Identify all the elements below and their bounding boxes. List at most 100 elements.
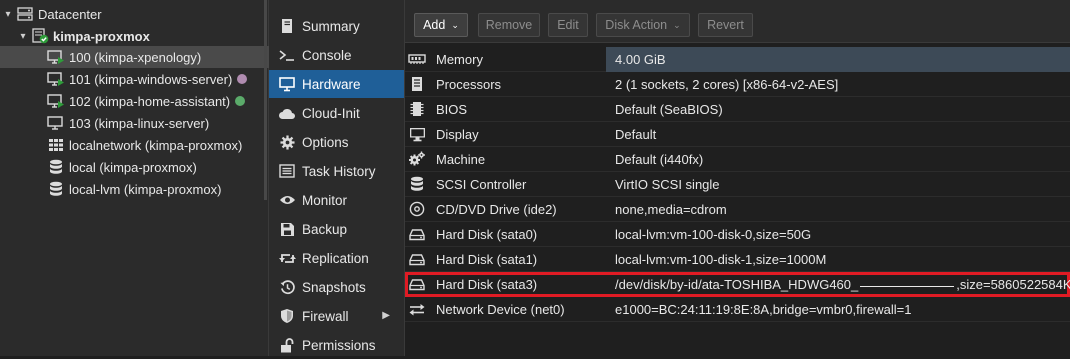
tree-node-label: kimpa-proxmox bbox=[53, 28, 150, 44]
vm-running-icon bbox=[47, 93, 65, 109]
hardware-value-prefix: /dev/disk/by-id/ata-TOSHIBA_HDWG460_ bbox=[615, 277, 859, 292]
cloud-icon bbox=[278, 105, 296, 121]
history-icon bbox=[278, 279, 296, 295]
nav-item-summary[interactable]: Summary bbox=[269, 12, 404, 40]
hardware-value: Default (SeaBIOS) bbox=[615, 102, 723, 117]
collapse-toggle-icon[interactable]: ▾ bbox=[17, 31, 29, 42]
nav-item-label: Console bbox=[302, 47, 352, 63]
tree-datacenter-label: Datacenter bbox=[38, 6, 102, 22]
tree-item-label: local-lvm (kimpa-proxmox) bbox=[69, 181, 222, 197]
tag-dot-icon bbox=[235, 96, 246, 106]
hardware-row[interactable]: Hard Disk (sata1) local-lvm:vm-100-disk-1… bbox=[405, 247, 1070, 272]
hardware-row[interactable]: SCSI Controller VirtIO SCSI single bbox=[405, 172, 1070, 197]
nav-item-label: Snapshots bbox=[302, 279, 366, 295]
add-button[interactable]: Add ⌄ bbox=[414, 13, 468, 37]
remove-button[interactable]: Remove bbox=[478, 13, 540, 37]
vm-running-icon bbox=[47, 71, 65, 87]
nav-item-console[interactable]: Console bbox=[269, 41, 404, 69]
nav-item-cloud-init[interactable]: Cloud-Init bbox=[269, 99, 404, 127]
edit-button[interactable]: Edit bbox=[548, 13, 588, 37]
hardware-toolbar: Add ⌄ Remove Edit Disk Action ⌄ Revert bbox=[405, 0, 1070, 43]
hardware-panel: Add ⌄ Remove Edit Disk Action ⌄ Revert M… bbox=[405, 0, 1070, 356]
disk-action-button[interactable]: Disk Action ⌄ bbox=[596, 13, 690, 37]
nav-item-monitor[interactable]: Monitor bbox=[269, 186, 404, 214]
nav-item-permissions[interactable]: Permissions bbox=[269, 331, 404, 359]
nav-item-firewall[interactable]: Firewall ▶ bbox=[269, 302, 404, 330]
hardware-value: VirtIO SCSI single bbox=[615, 177, 720, 192]
resource-tree: ▾ Datacenter ▾ kimpa-proxmox 100 (kimpa-… bbox=[0, 0, 313, 356]
hardware-row[interactable]: CD/DVD Drive (ide2) none,media=cdrom bbox=[405, 197, 1070, 222]
vm-config-nav: Summary Console Hardware Cloud-Init Options T… bbox=[269, 0, 405, 356]
revert-button-label: Revert bbox=[707, 18, 744, 32]
book-icon bbox=[278, 18, 296, 34]
list-icon bbox=[278, 163, 296, 179]
hardware-name: SCSI Controller bbox=[436, 177, 527, 192]
eye-icon bbox=[278, 192, 296, 208]
hardware-row[interactable]: Network Device (net0) e1000=BC:24:11:19:8… bbox=[405, 297, 1070, 322]
redacted-serial bbox=[860, 285, 955, 287]
retweet-icon bbox=[278, 250, 296, 266]
hardware-value: Default bbox=[615, 127, 657, 142]
nav-item-options[interactable]: Options bbox=[269, 128, 404, 156]
chevron-down-icon: ⌄ bbox=[451, 19, 459, 30]
hardware-row[interactable]: Hard Disk (sata3) /dev/disk/by-id/ata-TOS… bbox=[405, 272, 1070, 297]
tree-item-label: 100 (kimpa-xpenology) bbox=[69, 49, 202, 65]
hardware-row[interactable]: Processors 2 (1 sockets, 2 cores) [x86-64… bbox=[405, 72, 1070, 97]
sdn-grid-icon bbox=[47, 137, 65, 153]
hardware-row[interactable]: Display Default bbox=[405, 122, 1070, 147]
tree-item-label: localnetwork (kimpa-proxmox) bbox=[69, 137, 243, 153]
hdd-icon bbox=[408, 251, 426, 267]
hardware-value: e1000=BC:24:11:19:8E:8A,bridge=vmbr0,fir… bbox=[615, 302, 912, 317]
shield-icon bbox=[278, 308, 296, 324]
hardware-value-suffix: ,size=5860522584K bbox=[956, 277, 1070, 292]
hardware-name: CD/DVD Drive (ide2) bbox=[436, 202, 557, 217]
hardware-value: 4.00 GiB bbox=[615, 52, 666, 67]
monitor-icon bbox=[278, 76, 296, 92]
microchip-icon bbox=[408, 101, 426, 117]
hardware-row[interactable]: Memory 4.00 GiB bbox=[405, 47, 1070, 72]
cdrom-icon bbox=[408, 201, 426, 217]
hardware-name: Processors bbox=[436, 77, 502, 92]
remove-button-label: Remove bbox=[485, 18, 533, 32]
gear-icon bbox=[278, 134, 296, 150]
hardware-row[interactable]: BIOS Default (SeaBIOS) bbox=[405, 97, 1070, 122]
nav-item-label: Replication bbox=[302, 250, 369, 266]
nav-item-snapshots[interactable]: Snapshots bbox=[269, 273, 404, 301]
nav-item-label: Monitor bbox=[302, 192, 348, 208]
disk-action-label: Disk Action bbox=[605, 18, 668, 32]
desktop-icon bbox=[408, 126, 426, 142]
selected-cell-highlight bbox=[606, 47, 1070, 72]
hardware-value: 2 (1 sockets, 2 cores) [x86-64-v2-AES] bbox=[615, 77, 839, 92]
hardware-row[interactable]: Machine Default (i440fx) bbox=[405, 147, 1070, 172]
nav-item-label: Permissions bbox=[302, 337, 376, 353]
revert-button[interactable]: Revert bbox=[698, 13, 753, 37]
nav-item-backup[interactable]: Backup bbox=[269, 215, 404, 243]
cpu-icon bbox=[408, 76, 426, 92]
hdd-icon bbox=[408, 226, 426, 242]
nav-item-task-history[interactable]: Task History bbox=[269, 157, 404, 185]
tree-node[interactable]: ▾ kimpa-proxmox bbox=[0, 25, 283, 47]
storage-icon bbox=[47, 159, 65, 175]
tag-dot-icon bbox=[237, 74, 248, 84]
nav-item-hardware[interactable]: Hardware bbox=[269, 70, 404, 98]
tree-scrollbar[interactable] bbox=[264, 0, 267, 200]
vm-stopped-icon bbox=[47, 115, 65, 131]
tree-datacenter[interactable]: ▾ Datacenter bbox=[0, 3, 268, 25]
hardware-value: local-lvm:vm-100-disk-0,size=50G bbox=[615, 227, 812, 242]
nav-item-replication[interactable]: Replication bbox=[269, 244, 404, 272]
tree-item-label: 102 (kimpa-home-assistant) bbox=[69, 93, 231, 109]
hardware-value: /dev/disk/by-id/ata-TOSHIBA_HDWG460_ ,siz… bbox=[615, 272, 1070, 297]
hardware-name: Hard Disk (sata1) bbox=[436, 252, 538, 267]
node-online-icon bbox=[31, 28, 49, 44]
hdd-icon bbox=[408, 276, 426, 292]
save-icon bbox=[278, 221, 296, 237]
add-button-label: Add bbox=[423, 18, 446, 32]
hardware-value: local-lvm:vm-100-disk-1,size=1000M bbox=[615, 252, 827, 267]
edit-button-label: Edit bbox=[557, 18, 579, 32]
hardware-value: none,media=cdrom bbox=[615, 202, 727, 217]
hardware-name: Hard Disk (sata3) bbox=[436, 277, 538, 292]
collapse-toggle-icon[interactable]: ▾ bbox=[2, 9, 14, 20]
hardware-row[interactable]: Hard Disk (sata0) local-lvm:vm-100-disk-0… bbox=[405, 222, 1070, 247]
nav-item-label: Task History bbox=[302, 163, 376, 179]
nav-item-label: Firewall bbox=[302, 308, 349, 324]
